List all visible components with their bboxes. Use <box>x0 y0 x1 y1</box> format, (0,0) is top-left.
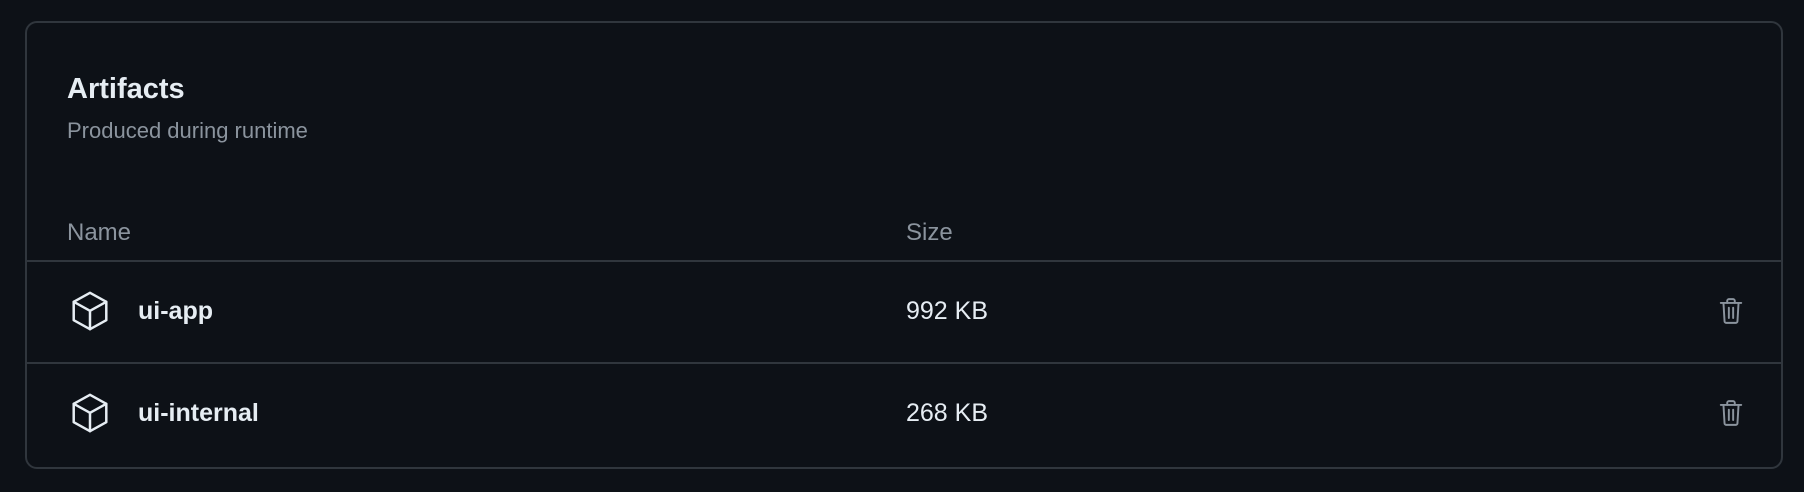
trash-icon <box>1719 298 1743 324</box>
table-header: Name Size <box>27 203 1781 259</box>
package-icon <box>72 291 108 331</box>
delete-artifact-button[interactable] <box>1713 394 1749 432</box>
trash-icon <box>1719 400 1743 426</box>
column-header-size: Size <box>906 219 953 246</box>
artifacts-subtitle: Produced during runtime <box>67 118 308 143</box>
artifact-size: 268 KB <box>906 399 989 427</box>
column-header-name: Name <box>67 219 132 246</box>
artifact-name-link[interactable]: ui-internal <box>138 398 259 428</box>
table-row: ui-internal 268 KB <box>27 362 1781 465</box>
artifact-size: 992 KB <box>906 297 989 325</box>
artifacts-panel: Artifacts Produced during runtime Name S… <box>25 21 1783 469</box>
artifacts-header: Artifacts Produced during runtime <box>67 71 308 145</box>
delete-artifact-button[interactable] <box>1713 292 1749 330</box>
table-row: ui-app 992 KB <box>27 260 1781 363</box>
artifact-name-link[interactable]: ui-app <box>138 296 213 326</box>
package-icon <box>72 393 108 433</box>
artifacts-title: Artifacts <box>67 73 185 105</box>
